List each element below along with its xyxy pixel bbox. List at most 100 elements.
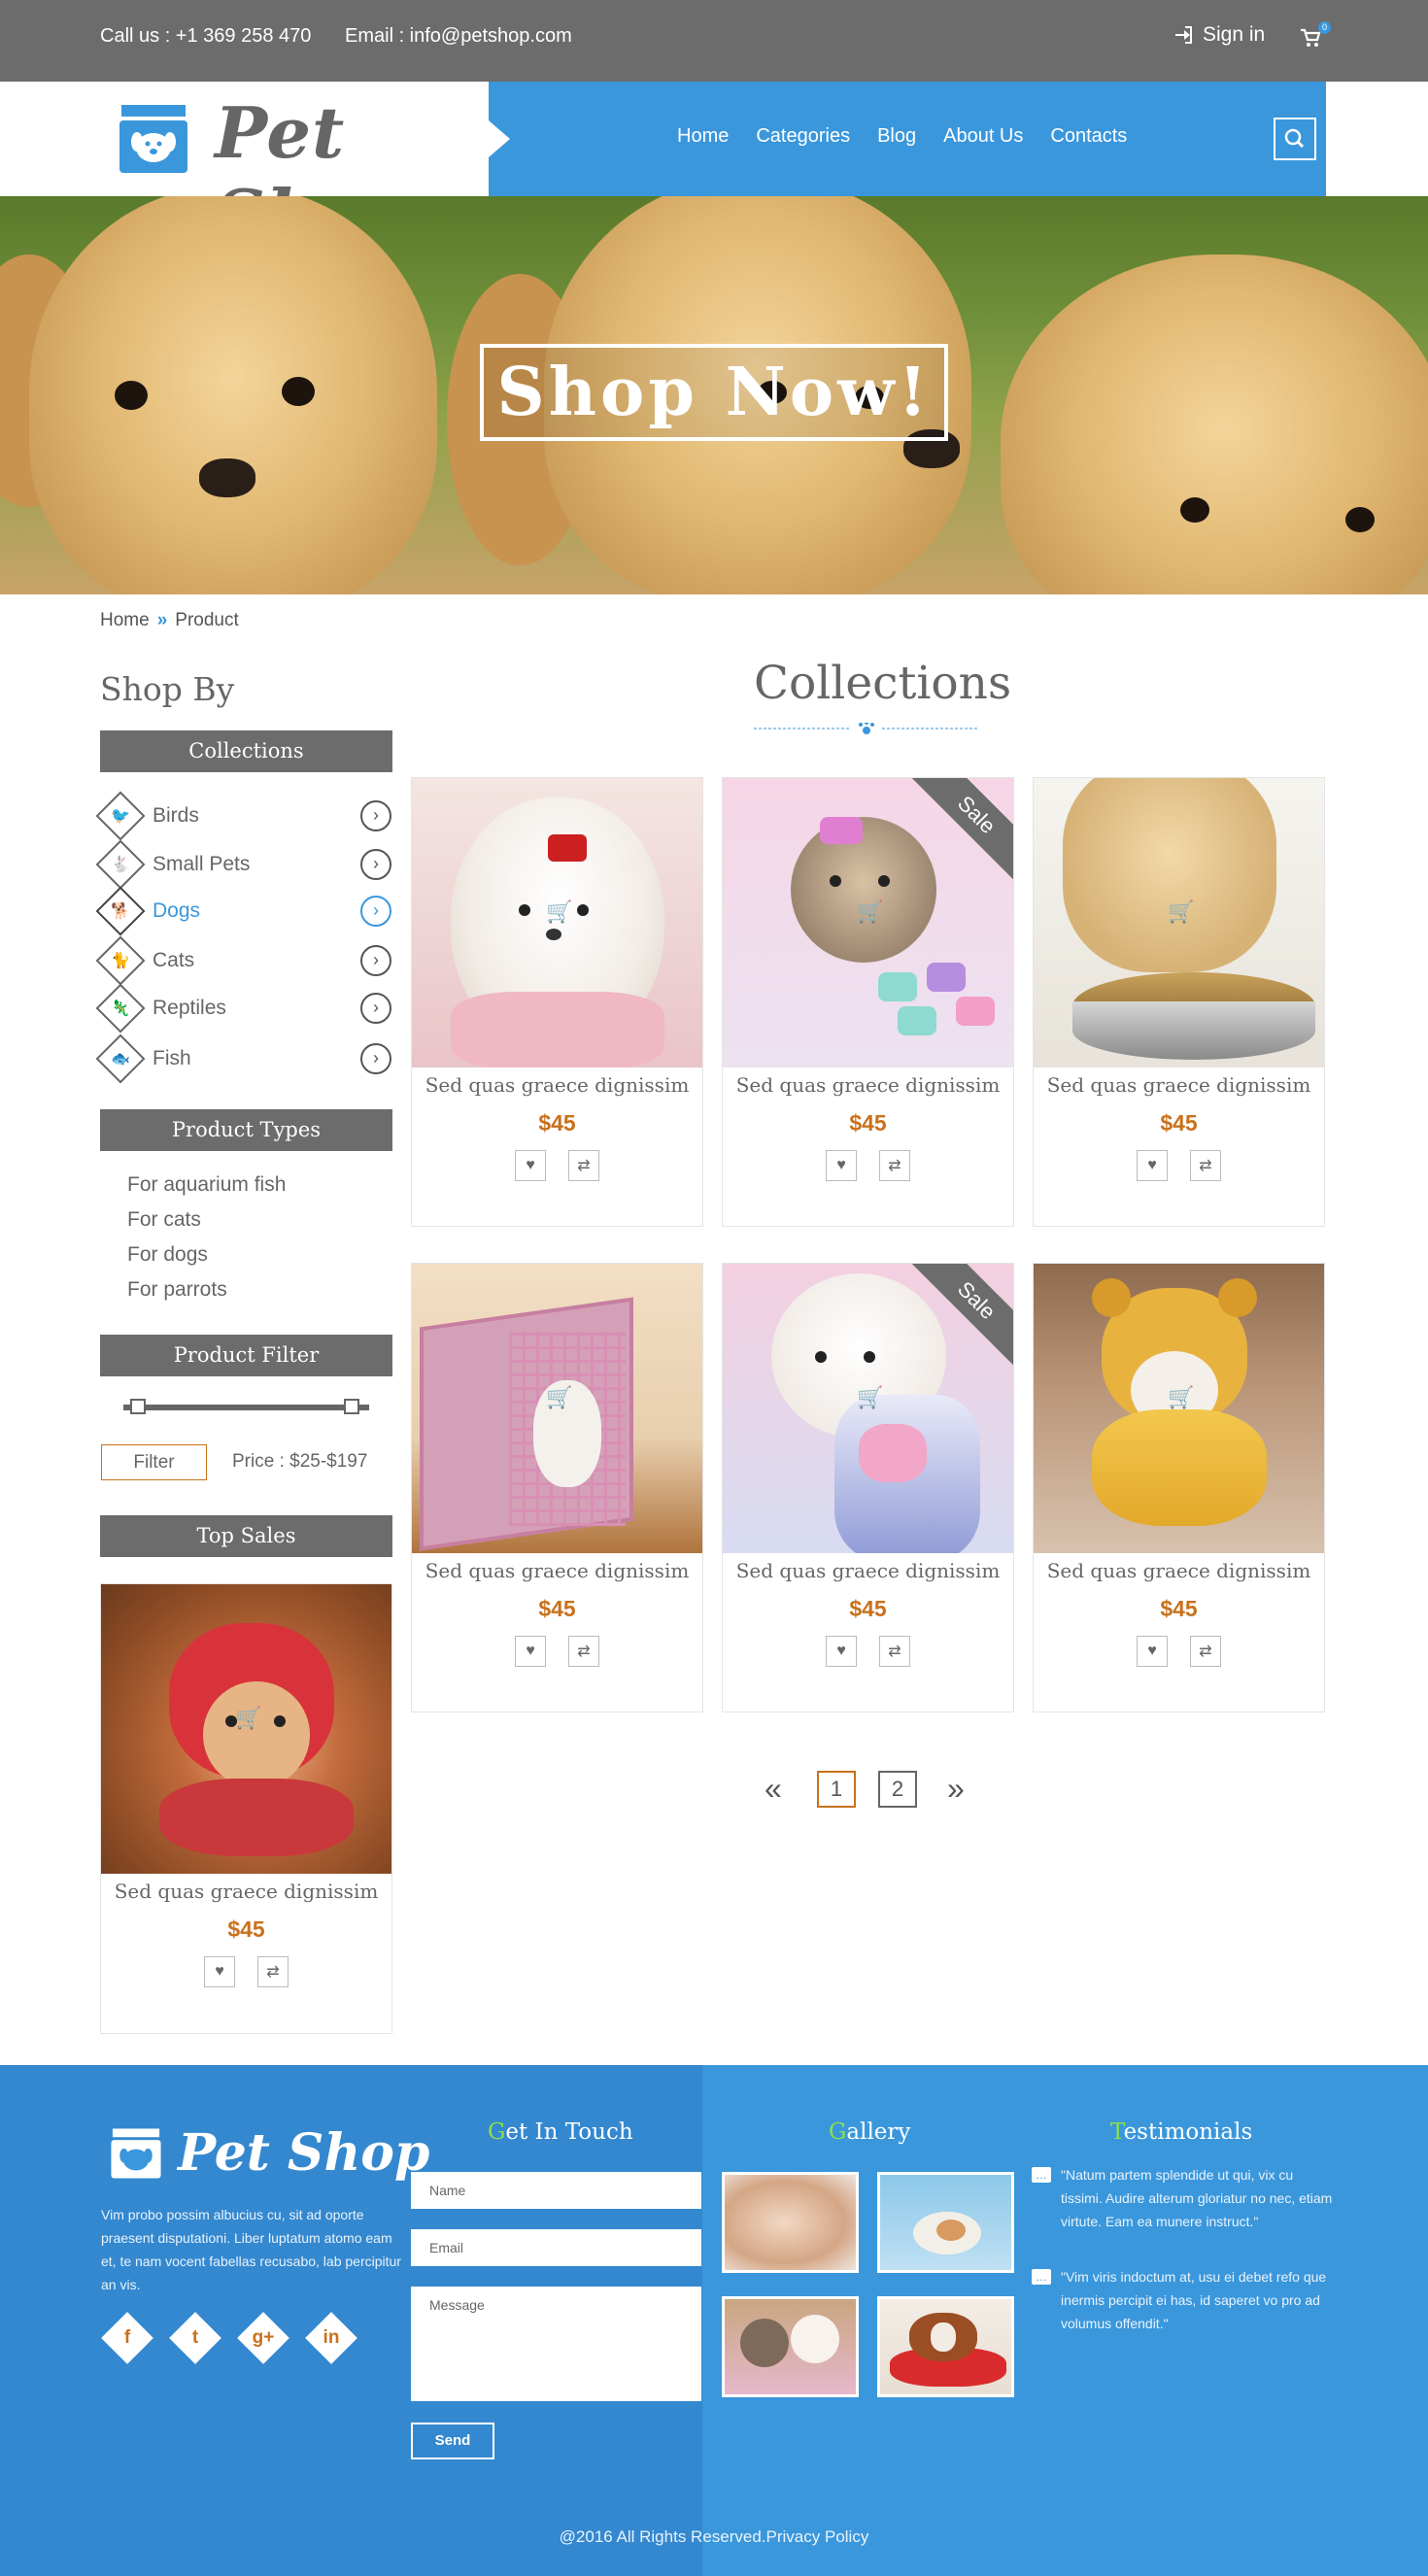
chevron-right-icon[interactable]: › [360, 1043, 391, 1074]
product-image[interactable]: 🛒 [412, 1264, 702, 1553]
nav-home[interactable]: Home [677, 125, 729, 148]
twitter-link[interactable]: t [169, 2312, 221, 2364]
chevron-right-icon[interactable]: › [360, 993, 391, 1024]
heart-icon[interactable]: ♥ [204, 1956, 235, 1987]
category-fish[interactable]: 🐟 Fish › [95, 1034, 391, 1084]
search-icon [1284, 128, 1305, 149]
compare-icon[interactable]: ⇄ [879, 1150, 910, 1181]
gallery-image-cat[interactable] [722, 2172, 859, 2273]
nav-categories[interactable]: Categories [756, 125, 850, 148]
cart-icon[interactable]: 🛒 [1168, 1385, 1194, 1409]
chevron-right-icon[interactable]: › [360, 800, 391, 831]
product-name[interactable]: Sed quas graece dignissim [1034, 1073, 1324, 1097]
cart-icon[interactable]: 🛒 [546, 899, 572, 924]
heart-icon[interactable]: ♥ [515, 1150, 546, 1181]
category-cats[interactable]: 🐈 Cats › [95, 935, 391, 986]
product-price: $45 [1160, 1110, 1198, 1135]
cart-button[interactable]: 0 [1300, 21, 1331, 52]
heart-icon[interactable]: ♥ [515, 1636, 546, 1667]
product-card[interactable]: 🛒 Sed quas graece dignissim $45 ♥ ⇄ [1033, 1263, 1325, 1712]
heart-icon[interactable]: ♥ [826, 1150, 857, 1181]
search-button[interactable] [1274, 118, 1316, 160]
chevron-right-icon[interactable]: › [360, 896, 391, 927]
cart-icon[interactable]: 🛒 [1168, 899, 1194, 924]
cart-icon[interactable]: 🛒 [857, 1385, 883, 1409]
nav-contacts[interactable]: Contacts [1050, 125, 1127, 148]
contact-email[interactable]: Email : info@petshop.com [345, 25, 572, 48]
top-sale-card[interactable]: 🛒 Sed quas graece dignissim $45 ♥ ⇄ [100, 1583, 392, 2034]
product-type-link[interactable]: For dogs [127, 1243, 208, 1267]
product-type-link[interactable]: For parrots [127, 1278, 227, 1302]
product-card[interactable]: 🛒 Sale Sed quas graece dignissim $45 ♥ ⇄ [722, 777, 1014, 1227]
message-field[interactable]: Message [411, 2287, 701, 2401]
product-name[interactable]: Sed quas graece dignissim [412, 1073, 702, 1097]
product-image[interactable]: 🛒 [412, 778, 702, 1068]
filter-button[interactable]: Filter [101, 1444, 207, 1480]
slider-handle-min[interactable] [130, 1399, 146, 1414]
breadcrumb-home[interactable]: Home [100, 610, 150, 631]
compare-icon[interactable]: ⇄ [568, 1150, 599, 1181]
gallery-image-puppies[interactable] [722, 2296, 859, 2397]
chevron-right-icon[interactable]: › [360, 849, 391, 880]
cart-icon[interactable]: 🛒 [857, 899, 883, 924]
product-card[interactable]: 🛒 Sed quas graece dignissim $45 ♥ ⇄ [411, 777, 703, 1227]
signin-link[interactable]: Sign in [1173, 23, 1265, 47]
product-filter-heading: Product Filter [100, 1335, 392, 1376]
product-type-link[interactable]: For cats [127, 1208, 201, 1232]
category-birds[interactable]: 🐦 Birds › [95, 791, 391, 841]
product-name[interactable]: Sed quas graece dignissim [723, 1559, 1013, 1582]
product-image[interactable]: 🛒 [101, 1584, 391, 1874]
product-image[interactable]: 🛒 Sale [723, 1264, 1013, 1553]
gallery-image-kitten[interactable] [877, 2172, 1014, 2273]
heart-icon[interactable]: ♥ [1137, 1150, 1168, 1181]
product-card[interactable]: 🛒 Sed quas graece dignissim $45 ♥ ⇄ [1033, 777, 1325, 1227]
product-card[interactable]: 🛒 Sale Sed quas graece dignissim $45 ♥ ⇄ [722, 1263, 1014, 1712]
collections-heading: Collections [100, 730, 392, 772]
product-name[interactable]: Sed quas graece dignissim [723, 1073, 1013, 1097]
send-button[interactable]: Send [411, 2423, 494, 2459]
googleplus-link[interactable]: g+ [237, 2312, 289, 2364]
cart-icon[interactable]: 🛒 [546, 1385, 572, 1409]
category-dogs[interactable]: 🐕 Dogs › [95, 886, 391, 936]
heart-icon[interactable]: ♥ [1137, 1636, 1168, 1667]
product-name[interactable]: Sed quas graece dignissim [101, 1880, 391, 1903]
product-image[interactable]: 🛒 [1034, 1264, 1324, 1553]
top-bar: Call us : +1 369 258 470 Email : info@pe… [0, 0, 1428, 82]
copyright-text[interactable]: @2016 All Rights Reserved.Privacy Policy [0, 2527, 1428, 2547]
hero-banner: Shop Now! [0, 196, 1428, 594]
compare-icon[interactable]: ⇄ [1190, 1150, 1221, 1181]
name-field[interactable]: Name [411, 2172, 701, 2209]
product-name[interactable]: Sed quas graece dignissim [1034, 1559, 1324, 1582]
page-1-button[interactable]: 1 [817, 1771, 856, 1808]
page-2-button[interactable]: 2 [878, 1771, 917, 1808]
product-card[interactable]: 🛒 Sed quas graece dignissim $45 ♥ ⇄ [411, 1263, 703, 1712]
chevron-right-icon[interactable]: › [360, 945, 391, 976]
compare-icon[interactable]: ⇄ [568, 1636, 599, 1667]
small-pet-icon: 🐇 [95, 839, 146, 890]
compare-icon[interactable]: ⇄ [879, 1636, 910, 1667]
facebook-link[interactable]: f [101, 2312, 153, 2364]
price-range-slider[interactable] [123, 1399, 369, 1414]
footer-logo[interactable]: Pet Shop [110, 2123, 429, 2183]
compare-icon[interactable]: ⇄ [257, 1956, 289, 1987]
gallery-image-spaniel[interactable] [877, 2296, 1014, 2397]
product-image[interactable]: 🛒 [1034, 778, 1324, 1068]
cart-icon[interactable]: 🛒 [235, 1706, 261, 1730]
category-reptiles[interactable]: 🦎 Reptiles › [95, 983, 391, 1034]
next-page-icon[interactable]: » [947, 1771, 965, 1807]
email-field[interactable]: Email [411, 2229, 701, 2266]
product-name[interactable]: Sed quas graece dignissim [412, 1559, 702, 1582]
nav-blog[interactable]: Blog [877, 125, 916, 148]
prev-page-icon[interactable]: « [765, 1771, 782, 1807]
top-sales-heading: Top Sales [100, 1515, 392, 1557]
product-image[interactable]: 🛒 Sale [723, 778, 1013, 1068]
shop-now-button[interactable]: Shop Now! [480, 344, 948, 441]
linkedin-link[interactable]: in [305, 2312, 357, 2364]
logo[interactable]: Pet Shop [100, 82, 489, 256]
nav-about-us[interactable]: About Us [943, 125, 1023, 148]
heart-icon[interactable]: ♥ [826, 1636, 857, 1667]
product-type-link[interactable]: For aquarium fish [127, 1173, 286, 1197]
category-small-pets[interactable]: 🐇 Small Pets › [95, 839, 391, 890]
slider-handle-max[interactable] [344, 1399, 359, 1414]
compare-icon[interactable]: ⇄ [1190, 1636, 1221, 1667]
